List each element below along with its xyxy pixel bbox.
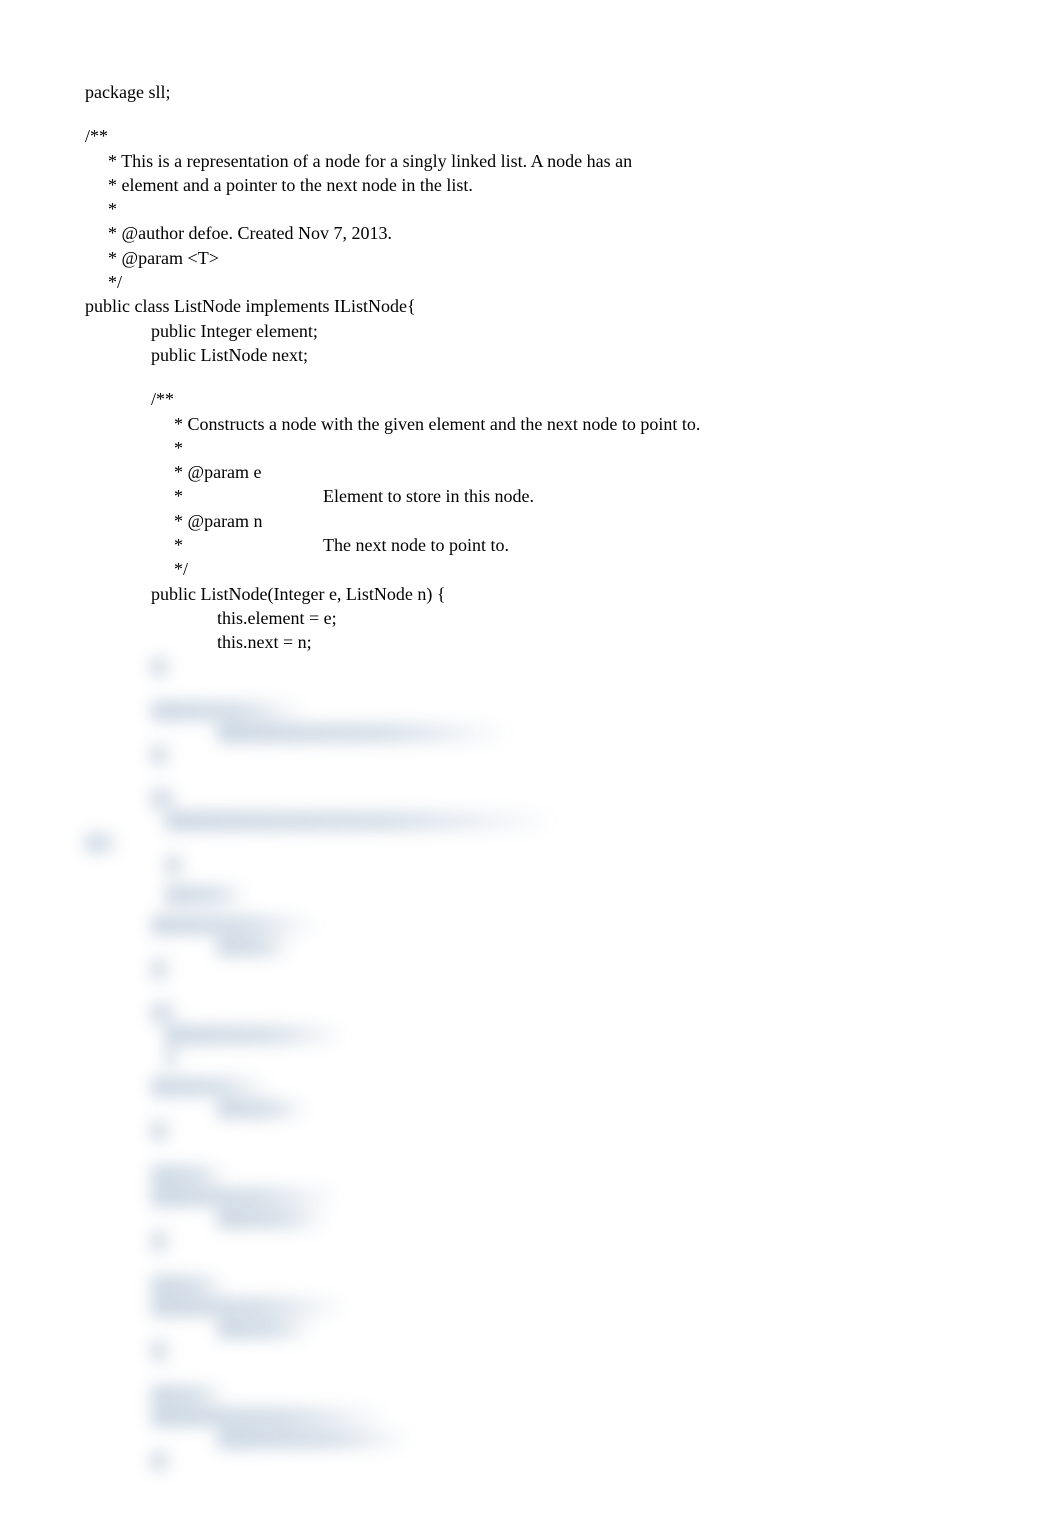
code-line: public class ListNode implements IListNo… [85, 294, 1062, 318]
code-line: this.element = e; [85, 606, 1062, 630]
code-line: * Element to store in this node. [85, 484, 1062, 508]
code-line: /** [85, 124, 1062, 148]
code-line: */ [85, 557, 1062, 581]
asterisk: * [165, 535, 183, 555]
code-line: * @param n [85, 509, 1062, 533]
code-line: * The next node to point to. [85, 533, 1062, 557]
code-line: * @param e [85, 460, 1062, 484]
code-line: public ListNode(Integer e, ListNode n) { [85, 582, 1062, 606]
code-line: * This is a representation of a node for… [85, 149, 1062, 173]
code-line: public Integer element; [85, 319, 1062, 343]
code-line: * @author defoe. Created Nov 7, 2013. [85, 221, 1062, 245]
obscured-code-region [85, 657, 1062, 1471]
code-line: /** [85, 387, 1062, 411]
code-line: * element and a pointer to the next node… [85, 173, 1062, 197]
asterisk: * [165, 486, 183, 506]
code-line: package sll; [85, 80, 1062, 104]
code-line: this.next = n; [85, 630, 1062, 654]
code-line: * @param <T> [85, 246, 1062, 270]
code-line: * [85, 197, 1062, 221]
param-desc: Element to store in this node. [323, 486, 534, 506]
code-line: * [85, 436, 1062, 460]
param-desc: The next node to point to. [323, 535, 509, 555]
code-line: */ [85, 270, 1062, 294]
code-line: * Constructs a node with the given eleme… [85, 412, 1062, 436]
code-line: public ListNode next; [85, 343, 1062, 367]
